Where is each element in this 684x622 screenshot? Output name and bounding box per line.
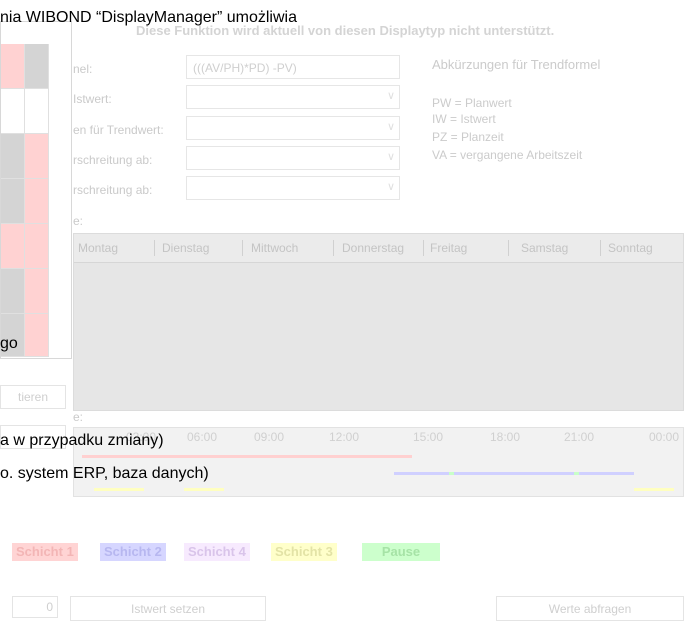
shift-bar [184, 488, 224, 491]
hour-label: 21:00 [564, 430, 595, 444]
dialog-window: Diese Funktion wird aktuell von diesen D… [0, 0, 684, 621]
werte-abfragen-label: Werte abfragen [548, 602, 632, 616]
hour-label: 12:00 [329, 430, 360, 444]
stepper-value: 0 [46, 600, 53, 614]
trendwert-label: en für Trendwert: [73, 123, 164, 137]
istwert-setzen-button[interactable]: Istwert setzen [70, 596, 266, 621]
trendwert-select[interactable]: ∨ [186, 116, 400, 140]
grid-cell [25, 269, 49, 314]
week-table-header: Montag Dienstag Mittwoch Donnerstag Frei… [74, 234, 683, 263]
color-grid [0, 21, 72, 359]
grid-cell [25, 89, 49, 134]
grid-cell [1, 89, 25, 134]
overlay-text-line: a w przypadku zmiany) [0, 432, 164, 449]
shift-legend-2: Schicht 2 [100, 543, 166, 561]
grid-cell [1, 179, 25, 224]
legend-pw: PW = Planwert [432, 96, 512, 110]
grid-cell [25, 134, 49, 179]
overlay-text-line: go [0, 335, 18, 352]
week-table[interactable]: Montag Dienstag Mittwoch Donnerstag Frei… [73, 233, 684, 411]
grid-cell [1, 269, 25, 314]
shift-bar [634, 488, 674, 491]
grid-cell [25, 44, 49, 89]
legend-pz: PZ = Planzeit [432, 130, 504, 144]
hour-label: 18:00 [490, 430, 521, 444]
section-label: e: [73, 214, 84, 228]
istwert-label: Istwert: [73, 92, 112, 106]
column-header: Mittwoch [251, 241, 299, 255]
formula-label: nel: [73, 62, 93, 76]
shift-legend-4: Schicht 4 [184, 543, 250, 561]
formula-value: (((AV/PH)*PD) -PV) [193, 61, 297, 75]
legend-va: VA = vergangene Arbeitszeit [432, 148, 583, 162]
formula-input[interactable]: (((AV/PH)*PD) -PV) [186, 55, 400, 79]
werte-abfragen-button[interactable]: Werte abfragen [496, 596, 684, 621]
shift-bar [394, 472, 634, 475]
istwert-setzen-label: Istwert setzen [130, 602, 206, 616]
grid-cell [1, 44, 25, 89]
overlay-text-line: nia WIBOND “DisplayManager” umożliwia [0, 9, 297, 26]
shift-bar [82, 455, 412, 458]
istwert-stepper[interactable]: 0 [12, 596, 58, 618]
chevron-down-icon: ∨ [386, 181, 395, 193]
grid-cell [25, 314, 49, 357]
grid-cell [25, 224, 49, 269]
hour-label: 06:00 [187, 430, 218, 444]
ueberschreitung-select-2[interactable]: ∨ [186, 176, 400, 200]
chevron-down-icon: ∨ [386, 90, 395, 102]
grid-cell [1, 224, 25, 269]
section-label-2: e: [73, 410, 84, 424]
shift-legend-3: Schicht 3 [271, 543, 337, 561]
column-header: Montag [78, 241, 119, 255]
overlay-text-line: o. system ERP, baza danych) [0, 465, 209, 482]
hour-label: 09:00 [254, 430, 285, 444]
legend-title: Abkürzungen für Trendformel [432, 57, 601, 72]
shift-bar [574, 472, 579, 475]
hour-label: 00:00 [649, 430, 680, 444]
ueberschreitung-label-1: rschreitung ab: [73, 153, 153, 167]
grid-cell [25, 179, 49, 224]
column-header: Donnerstag [342, 241, 405, 255]
hour-label: 15:00 [413, 430, 444, 444]
grid-cell [1, 134, 25, 179]
import-button-label: tieren [17, 390, 49, 404]
column-header: Samstag [521, 241, 569, 255]
chevron-down-icon: ∨ [386, 121, 395, 133]
column-header: Dienstag [162, 241, 210, 255]
column-header: Sonntag [608, 241, 653, 255]
column-header: Freitag [430, 241, 468, 255]
ueberschreitung-select-1[interactable]: ∨ [186, 146, 400, 170]
istwert-select[interactable]: ∨ [186, 85, 400, 109]
chevron-down-icon: ∨ [386, 151, 395, 163]
shift-timeline[interactable]: 03:00 06:00 09:00 12:00 15:00 18:00 21:0… [73, 427, 684, 497]
shift-legend-1: Schicht 1 [12, 543, 78, 561]
import-button[interactable]: tieren [0, 385, 66, 409]
shift-legend-pause: Pause [362, 543, 440, 561]
legend-iw: IW = Istwert [432, 112, 496, 126]
ueberschreitung-label-2: rschreitung ab: [73, 183, 153, 197]
shift-bar [94, 488, 144, 491]
shift-bar [449, 472, 454, 475]
